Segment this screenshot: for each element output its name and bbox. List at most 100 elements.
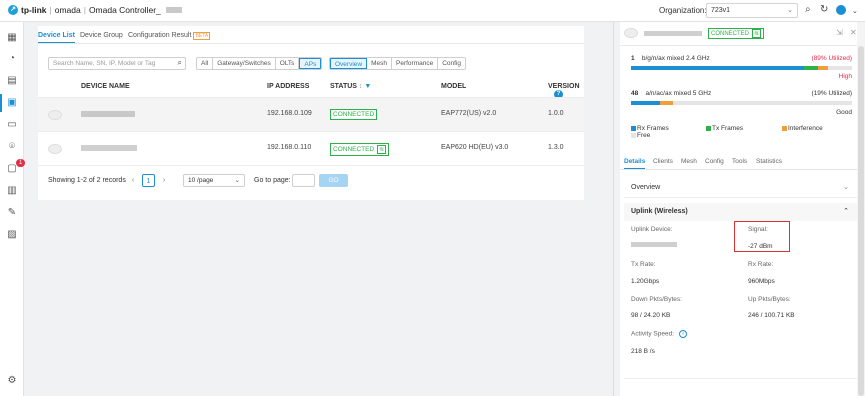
chevron-down-icon: ⌄ xyxy=(787,7,793,14)
uplink-section-header[interactable]: Uplink (Wireless) ⌃ xyxy=(624,203,857,221)
tab-configuration-result[interactable]: Configuration Result BETA xyxy=(128,32,211,40)
rx-rate-value: 960Mbps xyxy=(748,278,775,285)
search-icon[interactable]: ⌕ xyxy=(178,58,182,68)
tab-device-group[interactable]: Device Group xyxy=(80,32,123,39)
radio-5g-channel: 48 xyxy=(631,90,639,97)
org-select-value: 723v1 xyxy=(711,7,731,14)
tab-clients[interactable]: Clients xyxy=(653,158,673,165)
status-text: CONNECTED xyxy=(333,146,375,153)
version: 1.0.0 xyxy=(548,110,564,117)
col-version-label: VERSION xyxy=(548,83,580,90)
device-name-redacted xyxy=(81,145,137,151)
filter-olts[interactable]: OLTs xyxy=(275,58,300,69)
filter-aps[interactable]: APs xyxy=(299,58,322,69)
expand-icon[interactable]: ⇲ xyxy=(836,28,843,37)
tab-config[interactable]: Config xyxy=(705,158,724,165)
table-row[interactable]: 192.168.0.109 CONNECTED EAP772(US) v2.0 … xyxy=(38,97,584,131)
radio-2g-utilization: (89% Utilized) xyxy=(811,55,852,62)
table-row[interactable]: 192.168.0.110 CONNECTED ≋ EAP620 HD(EU) v… xyxy=(38,131,584,165)
col-status[interactable]: STATUS ↕ ▼ xyxy=(330,83,371,90)
prev-page-icon[interactable]: ‹ xyxy=(129,174,137,187)
view-performance[interactable]: Performance xyxy=(392,58,439,69)
panel-divider[interactable] xyxy=(613,22,614,396)
filter-all[interactable]: All xyxy=(197,58,214,69)
refresh-icon[interactable]: ↻ xyxy=(820,5,828,15)
radio-5g-label: 48 a/n/ac/ax mixed 5 GHz xyxy=(631,90,711,97)
reports-icon[interactable]: ▨ xyxy=(6,229,18,241)
brand-name: tp-link xyxy=(21,5,47,15)
tp-link-logo-icon: ↗ xyxy=(8,5,18,15)
up-pkts-value: 246 / 100.71 KB xyxy=(748,312,795,319)
tab-statistics[interactable]: Statistics xyxy=(756,158,782,165)
col-device-name[interactable]: DEVICE NAME xyxy=(81,83,130,90)
col-ip-address[interactable]: IP ADDRESS xyxy=(267,83,309,90)
radio-2g-bar xyxy=(631,66,852,70)
org-select[interactable]: 723v1 ⌄ xyxy=(706,3,798,18)
close-icon[interactable]: ✕ xyxy=(850,28,857,37)
radio-5g-level: Good xyxy=(836,109,852,116)
map-icon[interactable]: ▤ xyxy=(6,75,18,87)
settings-icon[interactable]: ⚙ xyxy=(6,375,18,387)
info-icon[interactable]: i xyxy=(679,330,687,338)
detail-scrollbar[interactable] xyxy=(857,22,865,396)
tab-device-list[interactable]: Device List xyxy=(38,32,75,43)
devices-icon[interactable]: ▣ xyxy=(0,94,18,112)
tools-icon[interactable]: ✎ xyxy=(6,207,18,219)
search-input[interactable]: Search Name, SN, IP, Model or Tag ⌕ xyxy=(48,57,186,70)
filter-icon[interactable]: ▼ xyxy=(364,83,371,90)
page-number[interactable]: 1 xyxy=(142,174,155,187)
radio-5g-utilization: (19% Utilized) xyxy=(811,90,852,97)
dashboard-icon[interactable]: ▦ xyxy=(6,32,18,44)
tab-details[interactable]: Details xyxy=(624,158,646,169)
page-size-select[interactable]: 10 /page ⌄ xyxy=(183,174,245,187)
go-button[interactable]: GO xyxy=(319,174,348,187)
logo-divider: | xyxy=(49,5,52,15)
legend-interference-label: Interference xyxy=(788,125,823,132)
controller-name-redacted xyxy=(165,7,182,13)
alert-count-badge: 1 xyxy=(16,159,26,167)
tab-mesh[interactable]: Mesh xyxy=(681,158,697,165)
chevron-up-icon[interactable]: ⌃ xyxy=(843,207,849,215)
legend-free-label: Free xyxy=(637,132,651,139)
bar-interference-segment xyxy=(818,66,828,70)
col-model[interactable]: MODEL xyxy=(441,83,466,90)
user-avatar-icon[interactable] xyxy=(836,5,846,18)
tab-bar: Device List Device Group Configuration R… xyxy=(38,26,584,44)
search-icon[interactable]: ⌕ xyxy=(805,5,811,15)
chevron-down-icon[interactable]: ⌄ xyxy=(843,183,849,191)
next-page-icon[interactable]: › xyxy=(160,174,168,187)
view-config[interactable]: Config xyxy=(438,58,466,69)
view-overview[interactable]: Overview xyxy=(330,58,368,69)
logo: ↗ tp-link | omada | Omada Controller_ xyxy=(8,5,182,15)
bar-tx-segment xyxy=(804,66,818,70)
ip-address: 192.168.0.109 xyxy=(267,110,312,117)
chevron-down-icon[interactable]: ⌄ xyxy=(852,7,858,17)
up-pkts-label: Up Pkts/Bytes: xyxy=(748,296,791,303)
radio-2g-mode: b/g/n/ax mixed 2.4 GHz xyxy=(641,55,710,62)
ap-device-icon xyxy=(624,28,638,38)
tx-rate-label: Tx Rate: xyxy=(631,261,656,268)
scrollbar-thumb[interactable] xyxy=(858,46,864,396)
overview-section-header[interactable]: Overview ⌄ xyxy=(624,182,857,198)
tab-tools[interactable]: Tools xyxy=(732,158,747,165)
tab-configuration-result-label: Configuration Result xyxy=(128,32,192,39)
legend-swatch xyxy=(782,125,787,131)
col-status-label: STATUS xyxy=(330,83,357,90)
radio-2g-channel: 1 xyxy=(631,55,635,62)
view-mesh[interactable]: Mesh xyxy=(367,58,392,69)
radio-2g-level: High xyxy=(838,73,852,80)
bar-interference-segment xyxy=(660,101,673,105)
ap-device-icon xyxy=(48,110,62,120)
alerts-icon[interactable]: ▢ 1 xyxy=(6,159,26,175)
device-list-panel: Device List Device Group Configuration R… xyxy=(38,26,584,200)
logs-icon[interactable]: ▥ xyxy=(6,185,18,197)
statistics-icon[interactable]: ◔ xyxy=(6,53,18,65)
wifi-icon: ≋ xyxy=(752,29,762,38)
filter-gateway-switches[interactable]: Gateway/Switches xyxy=(213,58,276,69)
controller-name: Omada Controller_ xyxy=(88,5,161,15)
legend-swatch xyxy=(631,132,636,138)
clients-icon[interactable]: ▭ xyxy=(6,119,18,131)
sort-icon[interactable]: ↕ xyxy=(359,83,363,90)
goto-page-input[interactable] xyxy=(292,174,315,187)
location-icon[interactable]: ⌾ xyxy=(6,141,18,153)
